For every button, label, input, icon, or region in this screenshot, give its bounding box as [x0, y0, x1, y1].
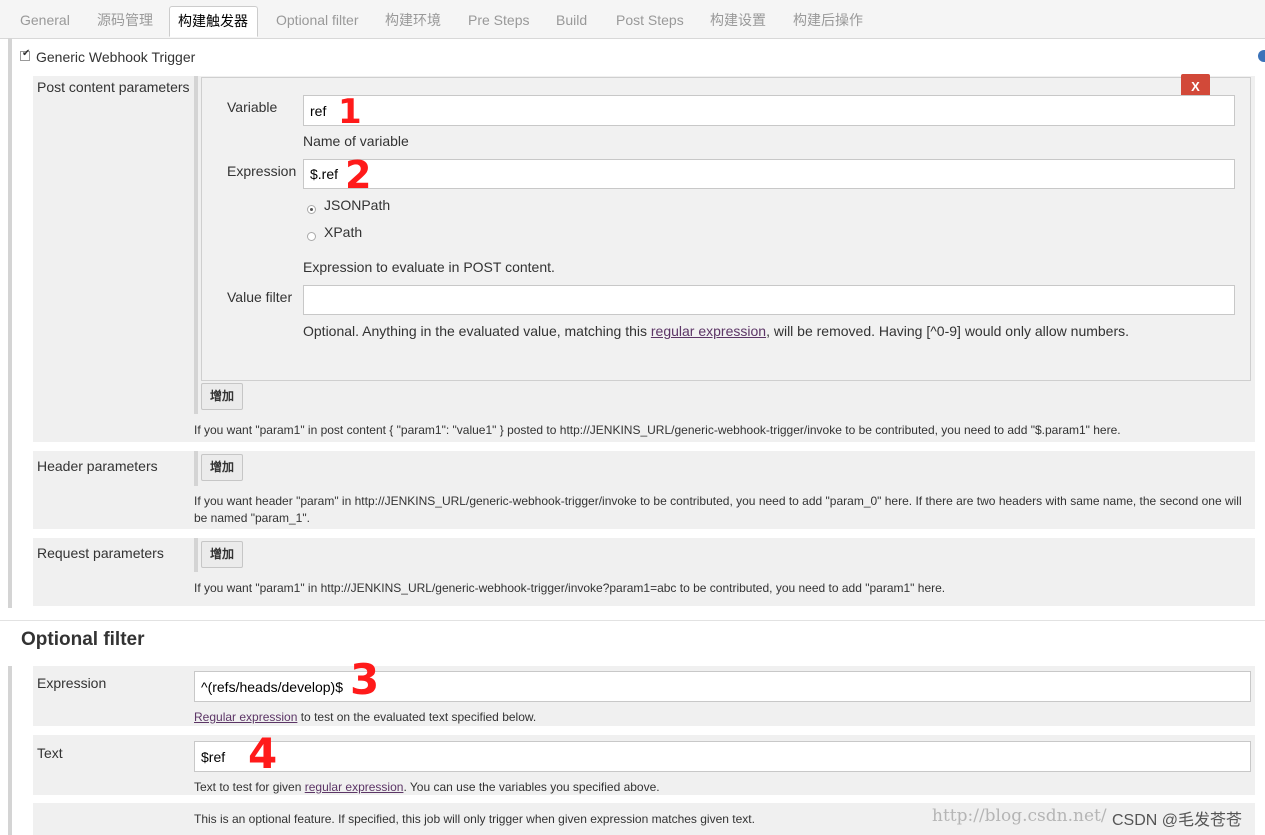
annotation-2: 2: [345, 153, 372, 197]
expression-help: Expression to evaluate in POST content.: [303, 259, 555, 275]
add-post-param-button[interactable]: 增加: [201, 383, 244, 410]
filter-expression-help: Regular expression to test on the evalua…: [194, 710, 536, 724]
value-filter-help-text: Optional. Anything in the evaluated valu…: [303, 323, 651, 339]
request-params-label: Request parameters: [37, 545, 164, 561]
webhook-trigger-label: Generic Webhook Trigger: [36, 49, 196, 65]
variable-label: Variable: [227, 99, 278, 115]
expression-label: Expression: [227, 163, 297, 179]
jsonpath-radio[interactable]: [307, 205, 316, 214]
filter-expression-label: Expression: [37, 675, 107, 691]
request-params-bar: [194, 538, 198, 572]
regex-link-2[interactable]: Regular expression: [194, 710, 297, 724]
filter-expression-help-text: to test on the evaluated text specified …: [297, 710, 537, 724]
filter-text-label: Text: [37, 745, 63, 761]
add-request-param-button[interactable]: 增加: [201, 541, 244, 568]
filter-text-help-text-2: . You can use the variables you specifie…: [403, 780, 660, 794]
post-content-label: Post content parameters: [37, 79, 190, 95]
header-params-help-2: be named "param_1".: [194, 511, 310, 525]
request-params-help: If you want "param1" in http://JENKINS_U…: [194, 581, 946, 595]
annotation-1: 1: [338, 92, 362, 132]
filter-text-input[interactable]: $ref: [194, 741, 1251, 772]
post-content-help: If you want "param1" in post content { "…: [194, 423, 1121, 437]
tab-build-env[interactable]: 构建环境: [377, 6, 449, 37]
regex-link[interactable]: regular expression: [651, 323, 766, 339]
tab-build-settings[interactable]: 构建设置: [702, 6, 774, 37]
filter-text-help: Text to test for given regular expressio…: [194, 780, 660, 794]
value-filter-help-text-2: , will be removed. Having [^0-9] would o…: [766, 323, 1130, 339]
expression-input[interactable]: $.ref: [303, 159, 1235, 189]
header-params-help-1: If you want header "param" in http://JEN…: [194, 494, 1242, 508]
optional-filter-title: Optional filter: [21, 629, 145, 650]
tab-build-triggers[interactable]: 构建触发器: [169, 6, 258, 37]
post-content-bar: [194, 76, 198, 414]
filter-footer-help: This is an optional feature. If specifie…: [194, 812, 755, 826]
tab-pre-steps[interactable]: Pre Steps: [460, 6, 537, 37]
header-params-bar: [194, 451, 198, 486]
variable-input[interactable]: ref: [303, 95, 1235, 126]
header-params-label: Header parameters: [37, 458, 158, 474]
annotation-3: 3: [350, 655, 380, 704]
csdn-credit: CSDN @毛发苍苍: [1112, 812, 1243, 829]
annotation-4: 4: [248, 729, 278, 778]
filter-text-help-text: Text to test for given: [194, 780, 305, 794]
tab-post-build[interactable]: 构建后操作: [785, 6, 871, 37]
xpath-radio[interactable]: [307, 232, 316, 241]
tab-build[interactable]: Build: [548, 6, 595, 37]
tab-post-steps[interactable]: Post Steps: [608, 6, 692, 37]
webhook-trigger-checkbox[interactable]: ✔: [20, 48, 31, 61]
value-filter-label: Value filter: [227, 289, 293, 305]
tab-source-control[interactable]: 源码管理: [89, 6, 161, 37]
watermark-url: http://blog.csdn.net/: [932, 806, 1107, 826]
optional-filter-bar: [8, 666, 12, 835]
tab-optional-filter[interactable]: Optional filter: [268, 6, 366, 37]
section-indent-bar: [8, 38, 12, 608]
xpath-label: XPath: [324, 224, 363, 240]
help-icon[interactable]: [1258, 50, 1265, 62]
tab-bar: General 源码管理 构建触发器 Optional filter 构建环境 …: [0, 0, 1265, 39]
check-icon: ✔: [22, 48, 31, 59]
variable-help: Name of variable: [303, 133, 409, 149]
section-divider: [0, 620, 1265, 621]
value-filter-input[interactable]: [303, 285, 1235, 315]
add-header-param-button[interactable]: 增加: [201, 454, 244, 481]
tab-general[interactable]: General: [12, 6, 78, 37]
value-filter-help: Optional. Anything in the evaluated valu…: [303, 323, 1129, 339]
jsonpath-label: JSONPath: [324, 197, 391, 213]
regex-link-3[interactable]: regular expression: [305, 780, 404, 794]
